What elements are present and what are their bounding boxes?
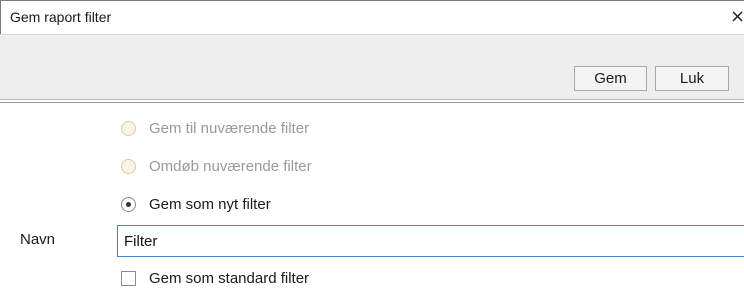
radio-button-icon[interactable] <box>121 121 136 136</box>
dialog-title: Gem raport filter <box>10 9 112 25</box>
checkbox-label: Gem som standard filter <box>149 270 310 287</box>
close-icon[interactable]: × <box>730 6 744 28</box>
name-input[interactable] <box>117 225 744 257</box>
radio-label: Gem som nyt filter <box>149 196 271 213</box>
radio-button-icon[interactable] <box>121 159 136 174</box>
name-label: Navn <box>20 231 56 248</box>
radio-label: Omdøb nuværende filter <box>149 158 312 175</box>
toolbar-separator <box>0 99 744 100</box>
radio-label: Gem til nuværende filter <box>149 120 310 137</box>
button-toolbar: Gem Luk <box>0 34 744 99</box>
checkbox-icon[interactable] <box>121 271 136 286</box>
title-bar: Gem raport filter × <box>0 0 744 34</box>
save-button[interactable]: Gem <box>574 66 647 91</box>
save-report-filter-dialog: Gem raport filter × Gem Luk Gem til nuvæ… <box>0 0 744 298</box>
radio-selected-dot <box>126 202 131 207</box>
close-button[interactable]: Luk <box>655 66 729 91</box>
toolbar-separator-shadow <box>0 102 744 103</box>
radio-button-selected-icon[interactable] <box>121 197 136 212</box>
